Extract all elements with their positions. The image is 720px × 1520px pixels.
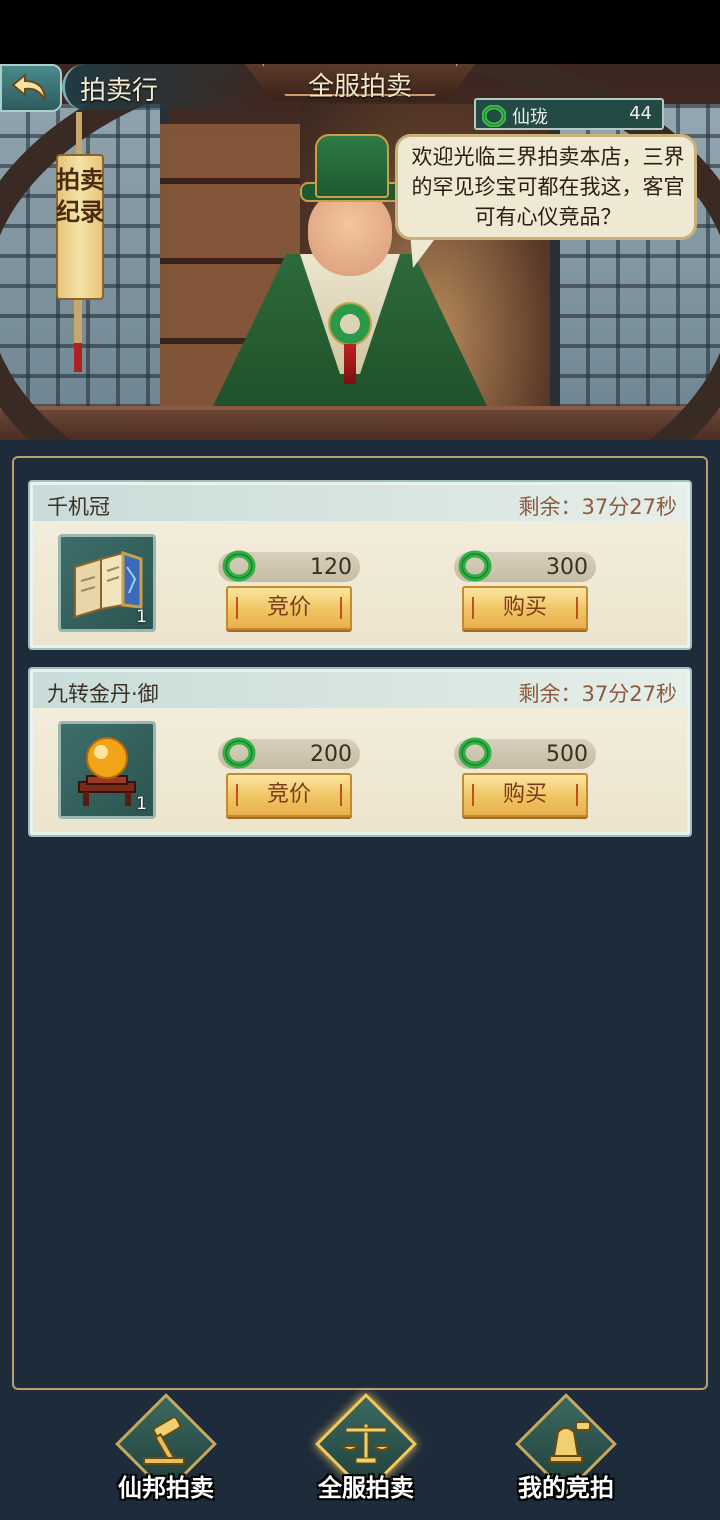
bid-button[interactable]: 竞价 bbox=[226, 773, 352, 817]
jade-ring-icon bbox=[458, 550, 492, 582]
bid-price: 200 bbox=[218, 737, 360, 769]
bid-price-value: 120 bbox=[310, 555, 352, 580]
scroll-rod-bottom bbox=[74, 300, 82, 372]
page-title: 拍卖行 bbox=[80, 76, 159, 106]
currency-display: 仙珑 44 bbox=[474, 98, 664, 130]
scroll-rod-top bbox=[76, 112, 82, 154]
jade-ring-icon bbox=[222, 550, 256, 582]
floor-ledge bbox=[0, 406, 720, 440]
bid-price: 120 bbox=[218, 550, 360, 582]
item-count: 1 bbox=[136, 794, 147, 814]
buy-button[interactable]: 购买 bbox=[462, 586, 588, 630]
card-header: 千机冠 剩余：37分27秒 bbox=[33, 485, 687, 521]
time-remaining: 剩余：37分27秒 bbox=[518, 682, 677, 706]
nav-label: 我的竞拍 bbox=[518, 1474, 614, 1502]
back-arrow-icon bbox=[11, 72, 46, 102]
back-button[interactable] bbox=[0, 64, 62, 112]
item-name: 九转金丹·御 bbox=[47, 682, 159, 706]
nav-label: 仙邦拍卖 bbox=[118, 1474, 214, 1502]
bell-hammer-icon bbox=[549, 1421, 591, 1463]
item-count: 1 bbox=[136, 607, 147, 627]
buy-price-value: 300 bbox=[546, 555, 588, 580]
merchant-speech: 欢迎光临三界拍卖本店，三界的罕见珍宝可都在我这，客官可有心仪竞品？ bbox=[411, 145, 685, 229]
item-name: 千机冠 bbox=[47, 495, 110, 519]
currency-name: 仙珑 bbox=[512, 107, 548, 128]
buy-button[interactable]: 购买 bbox=[462, 773, 588, 817]
buy-price-value: 500 bbox=[546, 742, 588, 767]
jade-ring-icon bbox=[222, 737, 256, 769]
currency-amount: 44 bbox=[629, 103, 652, 124]
gavel-icon bbox=[143, 1418, 185, 1465]
status-bar bbox=[0, 0, 720, 64]
mode-banner-label: 全服拍卖 bbox=[307, 72, 412, 102]
auction-record-label[interactable]: 拍卖纪录 bbox=[56, 164, 104, 228]
buy-price: 300 bbox=[454, 550, 596, 582]
auction-card: 千机冠 剩余：37分27秒 1 120 300 竞价 购买 bbox=[28, 480, 692, 650]
bid-button[interactable]: 竞价 bbox=[226, 586, 352, 630]
nav-label: 全服拍卖 bbox=[318, 1474, 414, 1502]
auction-card: 九转金丹·御 剩余：37分27秒 1 200 500 竞价 购买 bbox=[28, 667, 692, 837]
nav-tab-guild-auction[interactable]: 仙邦拍卖 bbox=[76, 1392, 256, 1520]
nav-tab-server-auction[interactable]: 全服拍卖 bbox=[276, 1392, 456, 1520]
scales-icon bbox=[339, 1423, 393, 1464]
item-slot[interactable]: 1 bbox=[58, 721, 156, 819]
bid-price-value: 200 bbox=[310, 742, 352, 767]
card-header: 九转金丹·御 剩余：37分27秒 bbox=[33, 672, 687, 708]
jade-ring-icon bbox=[482, 105, 506, 127]
jade-ring-icon bbox=[458, 737, 492, 769]
nav-tab-my-bids[interactable]: 我的竞拍 bbox=[476, 1392, 656, 1520]
time-remaining: 剩余：37分27秒 bbox=[518, 495, 677, 519]
bottom-nav: 仙邦拍卖 全服拍卖 我的竞拍 bbox=[0, 1392, 720, 1520]
buy-price: 500 bbox=[454, 737, 596, 769]
item-slot[interactable]: 1 bbox=[58, 534, 156, 632]
